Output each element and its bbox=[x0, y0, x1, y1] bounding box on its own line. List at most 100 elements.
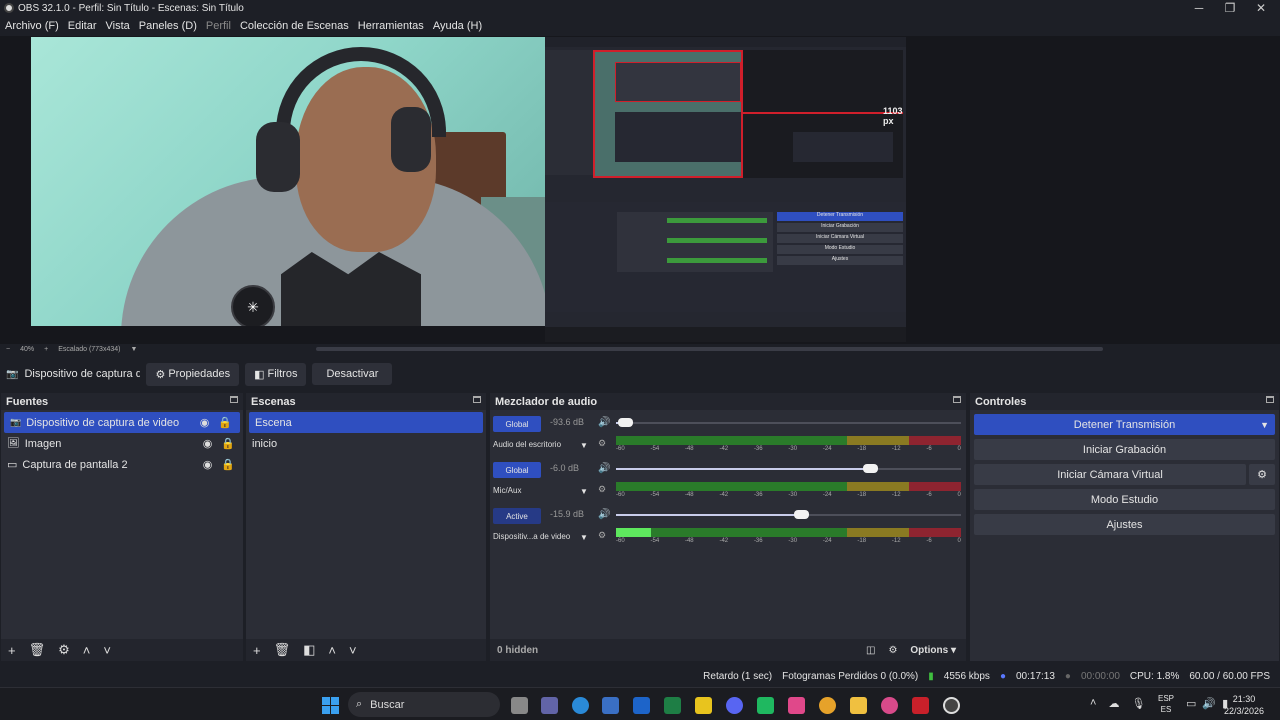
filter-icon[interactable]: ◧ bbox=[303, 642, 315, 658]
layout-icon[interactable]: ◫ bbox=[866, 645, 875, 656]
windows-start-icon[interactable] bbox=[322, 697, 339, 714]
lock-icon[interactable]: 🔒 bbox=[221, 458, 235, 471]
channel-settings-icon[interactable]: ⚙ bbox=[598, 438, 606, 449]
dropped-frames: Fotogramas Perdidos 0 (0.0%) bbox=[782, 670, 919, 682]
file-explorer-icon[interactable] bbox=[850, 697, 867, 714]
menu-vista[interactable]: Vista bbox=[106, 20, 130, 32]
volume-slider-handle[interactable] bbox=[618, 418, 634, 427]
options-button[interactable]: Options ▾ bbox=[910, 645, 956, 656]
design-app-icon[interactable] bbox=[788, 697, 805, 714]
notes-icon[interactable] bbox=[695, 697, 712, 714]
tray-status-icons[interactable]: ▭ 🔊 ▮ bbox=[1186, 697, 1228, 710]
trash-icon[interactable]: 🗑 bbox=[274, 642, 291, 658]
trash-icon[interactable]: 🗑 bbox=[29, 642, 46, 658]
task-view-icon[interactable] bbox=[511, 697, 528, 714]
lock-icon[interactable]: 🔒 bbox=[221, 437, 235, 450]
stop-stream-button[interactable]: Detener Transmisión ▼ bbox=[974, 414, 1275, 435]
chevron-up-icon[interactable]: ˄ bbox=[1090, 697, 1096, 710]
screen-capture-source[interactable]: 1103 px Detener Transmisión Iniciar Grab… bbox=[545, 37, 906, 342]
maximize-button[interactable]: ❐ bbox=[1213, 0, 1247, 16]
menu-archivo[interactable]: Archivo (F) bbox=[5, 20, 59, 32]
chevron-down-icon[interactable]: ▼ bbox=[580, 487, 588, 496]
channel-settings-icon[interactable]: ⚙ bbox=[598, 530, 606, 541]
move-down-icon[interactable]: ˅ bbox=[103, 643, 111, 658]
mic-icon[interactable]: 🎙 bbox=[1131, 697, 1145, 710]
chevron-down-icon[interactable]: ▼ bbox=[1260, 420, 1269, 430]
add-icon[interactable]: + bbox=[253, 643, 261, 658]
move-up-icon[interactable]: ˄ bbox=[328, 643, 336, 658]
monitor-mode-badge[interactable]: Active bbox=[493, 508, 541, 524]
language-indicator[interactable]: ESP ES bbox=[1158, 693, 1174, 715]
scene-item[interactable]: inicio bbox=[246, 433, 486, 454]
mcafee-icon[interactable] bbox=[912, 697, 929, 714]
deactivate-button[interactable]: Desactivar bbox=[312, 363, 393, 385]
volume-slider[interactable] bbox=[616, 464, 961, 473]
scene-item[interactable]: Escena bbox=[249, 412, 483, 433]
eye-icon[interactable]: ◉ bbox=[203, 437, 213, 450]
add-icon[interactable]: + bbox=[8, 643, 16, 658]
cloud-icon[interactable]: ☁ bbox=[1108, 697, 1119, 710]
zoom-in-icon[interactable]: + bbox=[44, 346, 48, 353]
menu-perfil[interactable]: Perfil bbox=[206, 20, 231, 32]
audio-level-meter bbox=[616, 436, 961, 445]
chevron-down-icon[interactable]: ▼ bbox=[580, 441, 588, 450]
speaker-icon[interactable]: 🔊 bbox=[598, 463, 610, 474]
menu-ayuda[interactable]: Ayuda (H) bbox=[433, 20, 482, 32]
teams-icon[interactable] bbox=[541, 697, 558, 714]
webcam-source[interactable]: ✳ bbox=[31, 37, 545, 326]
source-item[interactable]: ▭ Captura de pantalla 2 ◉ 🔒 bbox=[1, 454, 243, 475]
menu-coleccion-escenas[interactable]: Colección de Escenas bbox=[240, 20, 349, 32]
source-item[interactable]: 🖼 Imagen ◉ 🔒 bbox=[1, 433, 243, 454]
menu-herramientas[interactable]: Herramientas bbox=[358, 20, 424, 32]
virtual-camera-settings-button[interactable]: ⚙ bbox=[1249, 464, 1275, 485]
undock-icon[interactable] bbox=[230, 396, 238, 403]
minimize-button[interactable]: ─ bbox=[1182, 0, 1216, 16]
channel-settings-icon[interactable]: ⚙ bbox=[598, 484, 606, 495]
source-item[interactable]: 📷 Dispositivo de captura de video ◉ 🔒 bbox=[4, 412, 240, 433]
obs-taskbar-icon[interactable] bbox=[943, 697, 960, 714]
speaker-icon[interactable]: 🔊 bbox=[598, 417, 610, 428]
eye-icon[interactable]: ◉ bbox=[203, 458, 213, 471]
undock-icon[interactable] bbox=[953, 396, 961, 403]
properties-button[interactable]: ⚙ Propiedades bbox=[146, 362, 240, 386]
lock-icon[interactable]: 🔒 bbox=[218, 416, 232, 429]
nested-meter-3 bbox=[667, 258, 767, 263]
volume-slider[interactable] bbox=[616, 418, 961, 427]
zoom-dropdown-icon[interactable]: ▼ bbox=[130, 346, 137, 353]
zoom-out-icon[interactable]: − bbox=[6, 346, 10, 353]
taskbar-search[interactable]: ⌕ Buscar bbox=[348, 692, 500, 717]
close-button[interactable]: ✕ bbox=[1244, 0, 1278, 16]
outlook-icon[interactable] bbox=[633, 697, 650, 714]
chevron-down-icon[interactable]: ▼ bbox=[580, 533, 588, 542]
advanced-audio-icon[interactable]: ⚙ bbox=[888, 645, 897, 656]
edge-icon[interactable] bbox=[572, 697, 589, 714]
studio-mode-button[interactable]: Modo Estudio bbox=[974, 489, 1275, 510]
menu-paneles[interactable]: Paneles (D) bbox=[139, 20, 197, 32]
taskbar-clock[interactable]: 21:30 22/3/2026 bbox=[1224, 693, 1264, 717]
store-icon[interactable] bbox=[602, 697, 619, 714]
menu-editar[interactable]: Editar bbox=[68, 20, 97, 32]
undock-icon[interactable] bbox=[1266, 396, 1274, 403]
monitor-mode-badge[interactable]: Global bbox=[493, 416, 541, 432]
excel-icon[interactable] bbox=[664, 697, 681, 714]
settings-button[interactable]: Ajustes bbox=[974, 514, 1275, 535]
discord-icon[interactable] bbox=[726, 697, 743, 714]
start-virtual-camera-button[interactable]: Iniciar Cámara Virtual bbox=[974, 464, 1246, 485]
move-up-icon[interactable]: ˄ bbox=[83, 643, 91, 658]
eye-icon[interactable]: ◉ bbox=[200, 416, 210, 429]
volume-slider-handle[interactable] bbox=[794, 510, 810, 519]
volume-slider[interactable] bbox=[616, 510, 961, 519]
monitor-mode-badge[interactable]: Global bbox=[493, 462, 541, 478]
clock-time: 21:30 bbox=[1232, 694, 1256, 704]
speaker-icon[interactable]: 🔊 bbox=[598, 509, 610, 520]
chrome-icon[interactable] bbox=[819, 697, 836, 714]
start-recording-button[interactable]: Iniciar Grabación bbox=[974, 439, 1275, 460]
undock-icon[interactable] bbox=[473, 396, 481, 403]
filters-button[interactable]: ◧ Filtros bbox=[245, 362, 307, 386]
preview-scrollbar[interactable] bbox=[316, 347, 1103, 351]
app-icon[interactable] bbox=[757, 697, 774, 714]
move-down-icon[interactable]: ˅ bbox=[349, 643, 357, 658]
gear-icon[interactable]: ⚙ bbox=[58, 642, 70, 658]
volume-slider-handle[interactable] bbox=[863, 464, 879, 473]
browser-icon[interactable] bbox=[881, 697, 898, 714]
